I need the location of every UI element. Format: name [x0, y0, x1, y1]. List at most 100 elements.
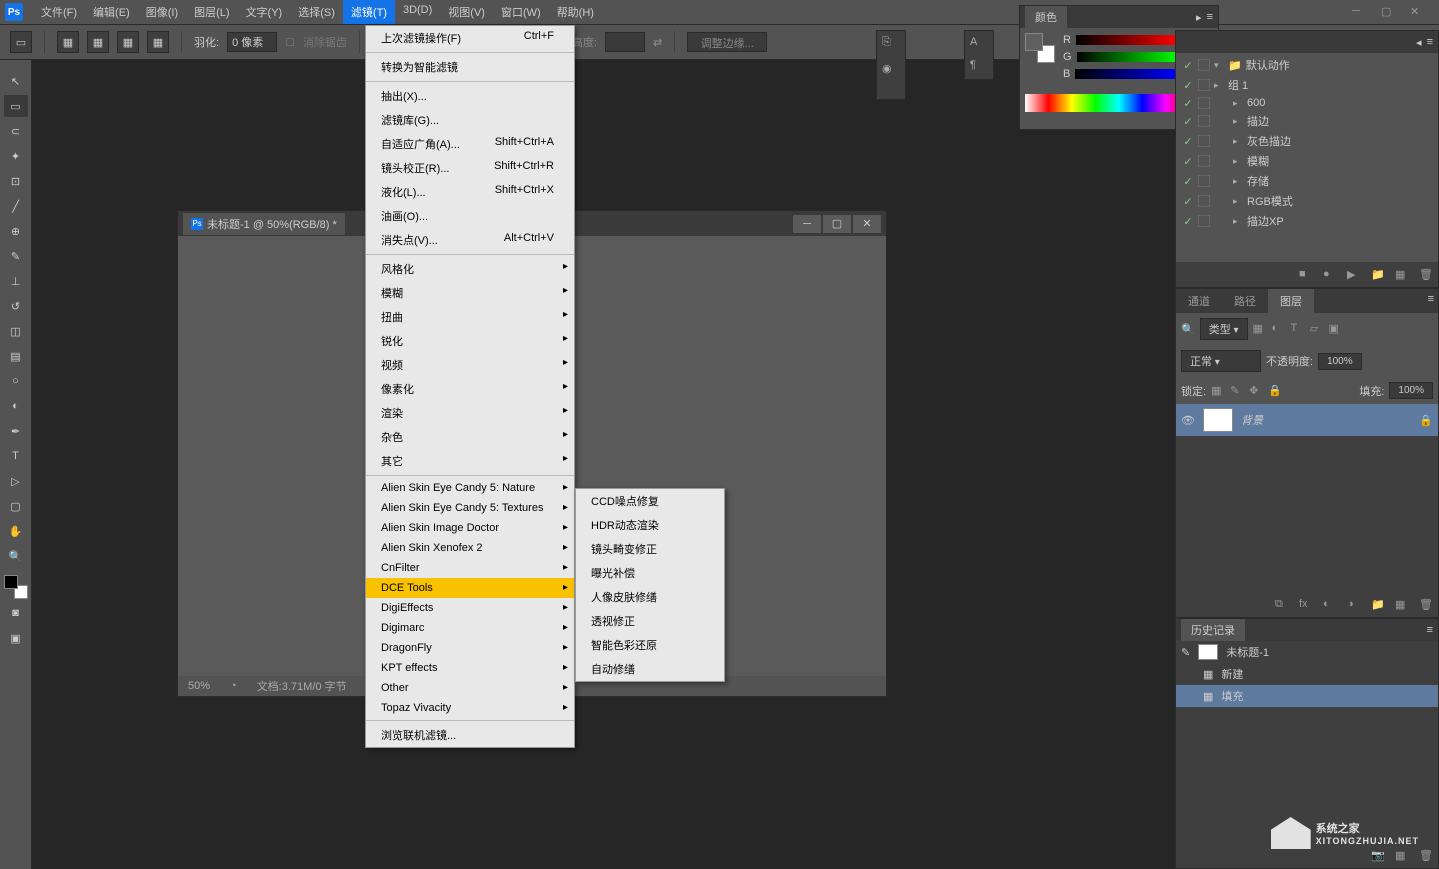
layer-background[interactable]: 👁 背景 🔒 [1176, 404, 1438, 436]
filter-kind[interactable]: 类型 ▾ [1200, 318, 1248, 340]
menu-f[interactable]: 文件(F) [33, 0, 85, 24]
color-tab[interactable]: 颜色 [1025, 6, 1067, 28]
maximize-button[interactable]: ▢ [1381, 5, 1395, 19]
height-input[interactable] [605, 32, 645, 52]
stamp-tool[interactable]: ⊥ [4, 270, 28, 292]
eyedropper-tool[interactable]: ╱ [4, 195, 28, 217]
tool-preset-icon[interactable]: ▭ [10, 31, 32, 53]
select-add-icon[interactable]: ▦ [87, 31, 109, 53]
action-item[interactable]: ✓▸模糊 [1178, 151, 1436, 171]
collapse-icon[interactable]: ▸ [1196, 11, 1202, 24]
type-tool[interactable]: T [4, 445, 28, 467]
new-icon[interactable]: ▦ [1395, 268, 1409, 282]
submenu-item[interactable]: 自动修缮 [576, 657, 724, 681]
para-icon[interactable]: ¶ [970, 59, 988, 74]
doc-min-button[interactable]: ─ [793, 215, 821, 233]
folder-icon[interactable]: 📁 [1371, 268, 1385, 282]
filter-adjust-icon[interactable]: ◐ [1272, 322, 1286, 336]
action-item[interactable]: ✓▸存储 [1178, 171, 1436, 191]
opacity-input[interactable]: 100% [1318, 353, 1362, 370]
menu-t[interactable]: 滤镜(T) [343, 0, 395, 24]
doc-info[interactable]: 文档:3.71M/0 字节 [257, 678, 347, 694]
refine-edge-button[interactable]: 调整边缘... [687, 32, 767, 52]
type-icon[interactable]: A [970, 36, 988, 51]
trash-icon[interactable]: 🗑 [1419, 268, 1433, 282]
b-slider[interactable] [1075, 69, 1178, 79]
submenu-item[interactable]: 智能色彩还原 [576, 633, 724, 657]
filter-item[interactable]: DigiEffects [366, 598, 574, 618]
filter-item[interactable]: 滤镜库(G)... [366, 108, 574, 132]
history-step[interactable]: ▦填充 [1176, 685, 1438, 707]
filter-item[interactable]: 消失点(V)...Alt+Ctrl+V [366, 228, 574, 252]
doc-max-button[interactable]: ▢ [823, 215, 851, 233]
zoom-tool[interactable]: 🔍 [4, 545, 28, 567]
shape-tool[interactable]: ▢ [4, 495, 28, 517]
lock-pos-icon[interactable]: ✥ [1249, 384, 1263, 398]
marquee-tool[interactable]: ▭ [4, 95, 28, 117]
collapsed-panel-2[interactable]: A ¶ [964, 30, 994, 80]
stop-icon[interactable]: ■ [1299, 268, 1313, 282]
screenmode-tool[interactable]: ▣ [4, 627, 28, 649]
filter-pixel-icon[interactable]: ▦ [1253, 322, 1267, 336]
filter-item[interactable]: CnFilter [366, 558, 574, 578]
fx-icon[interactable]: fx [1299, 598, 1313, 612]
menu-i[interactable]: 图像(I) [138, 0, 186, 24]
menu-w[interactable]: 窗口(W) [493, 0, 549, 24]
filter-item[interactable]: Alien Skin Eye Candy 5: Textures [366, 498, 574, 518]
action-item[interactable]: ✓▸描边 [1178, 111, 1436, 131]
hand-tool[interactable]: ✋ [4, 520, 28, 542]
crop-tool[interactable]: ⊡ [4, 170, 28, 192]
action-item[interactable]: ✓▸组 1 [1178, 75, 1436, 95]
action-item[interactable]: ✓▸灰色描边 [1178, 131, 1436, 151]
menu-y[interactable]: 文字(Y) [238, 0, 291, 24]
move-tool[interactable]: ↖ [4, 70, 28, 92]
collapse-icon[interactable]: ◂ [1416, 36, 1422, 49]
document-tab[interactable]: Ps 未标题-1 @ 50%(RGB/8) * [183, 213, 345, 235]
filter-type-icon[interactable]: T [1291, 322, 1305, 336]
layer-name[interactable]: 背景 [1241, 412, 1263, 428]
blur-tool[interactable]: ○ [4, 370, 28, 392]
mask-icon[interactable]: ◐ [1323, 598, 1337, 612]
fill-input[interactable]: 100% [1389, 382, 1433, 399]
action-item[interactable]: ✓▸描边XP [1178, 211, 1436, 231]
history-tab[interactable]: 历史记录 [1181, 619, 1245, 641]
submenu-item[interactable]: HDR动态渲染 [576, 513, 724, 537]
record-icon[interactable]: ● [1323, 268, 1337, 282]
filter-item[interactable]: 锐化 [366, 329, 574, 353]
heal-tool[interactable]: ⊕ [4, 220, 28, 242]
action-item[interactable]: ✓▸RGB模式 [1178, 191, 1436, 211]
filter-item[interactable]: Other [366, 678, 574, 698]
filter-item[interactable]: Topaz Vivacity [366, 698, 574, 718]
menu-s[interactable]: 选择(S) [290, 0, 343, 24]
history-snapshot[interactable]: ✎ 未标题-1 [1176, 641, 1438, 663]
close-button[interactable]: ✕ [1410, 5, 1424, 19]
filter-item[interactable]: Digimarc [366, 618, 574, 638]
action-item[interactable]: ✓▸600 [1178, 95, 1436, 111]
filter-item[interactable]: 上次滤镜操作(F)Ctrl+F [366, 26, 574, 50]
tab-channels[interactable]: 通道 [1176, 289, 1222, 313]
feather-input[interactable] [227, 32, 277, 52]
doc-close-button[interactable]: ✕ [853, 215, 881, 233]
pen-tool[interactable]: ✒ [4, 420, 28, 442]
filter-item[interactable]: 抽出(X)... [366, 84, 574, 108]
filter-item[interactable]: 其它 [366, 449, 574, 473]
icon-b[interactable]: ◉ [882, 62, 900, 80]
menu-icon[interactable]: ≡ [1428, 293, 1434, 309]
filter-item[interactable]: 渲染 [366, 401, 574, 425]
menu-v[interactable]: 视图(V) [440, 0, 493, 24]
filter-item[interactable]: 风格化 [366, 257, 574, 281]
menu-l[interactable]: 图层(L) [186, 0, 237, 24]
tab-layers[interactable]: 图层 [1268, 289, 1314, 313]
filter-item[interactable]: Alien Skin Image Doctor [366, 518, 574, 538]
play-icon[interactable]: ▶ [1347, 268, 1361, 282]
filter-item[interactable]: 浏览联机滤镜... [366, 723, 574, 747]
tab-paths[interactable]: 路径 [1222, 289, 1268, 313]
icon-a[interactable]: ⎘ [882, 36, 900, 54]
filter-item[interactable]: DragonFly [366, 638, 574, 658]
submenu-item[interactable]: CCD噪点修复 [576, 489, 724, 513]
filter-item[interactable]: 转换为智能滤镜 [366, 55, 574, 79]
blend-mode[interactable]: 正常 ▾ [1181, 350, 1261, 372]
brush-tool[interactable]: ✎ [4, 245, 28, 267]
new-layer-icon[interactable]: ▦ [1395, 598, 1409, 612]
filter-item[interactable]: 模糊 [366, 281, 574, 305]
